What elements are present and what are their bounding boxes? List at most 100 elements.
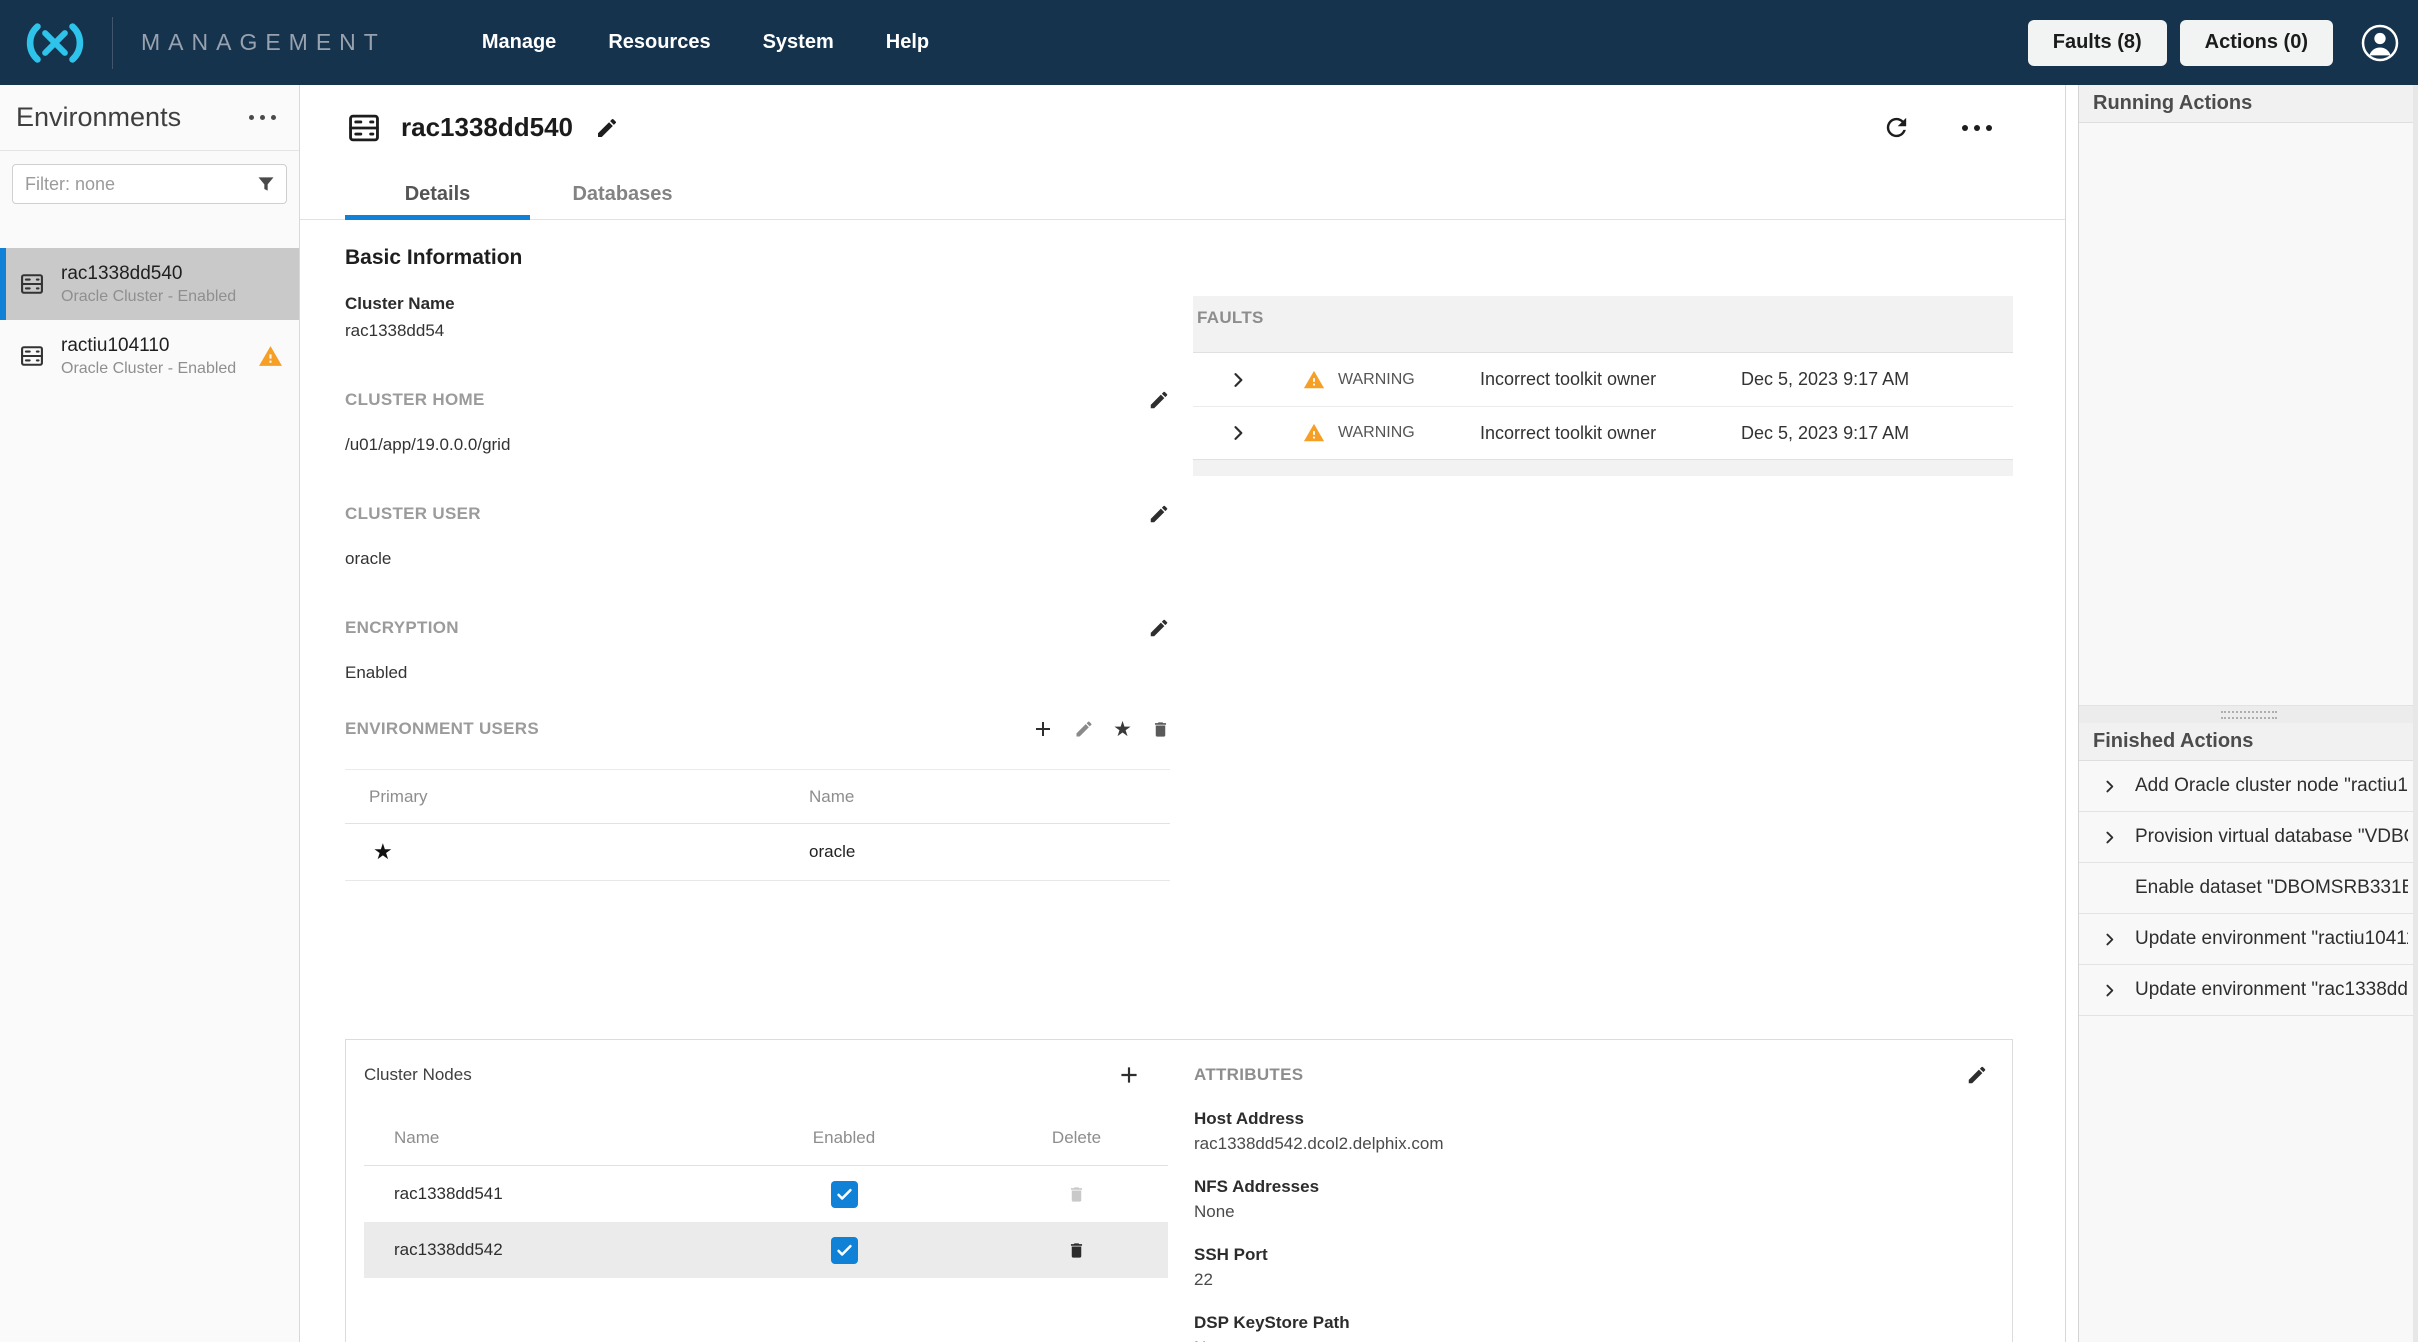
filter-input[interactable]	[12, 164, 287, 204]
navbar-menu-item[interactable]: Manage	[482, 31, 556, 54]
navbar-menu-item[interactable]: Resources	[608, 31, 710, 54]
page-title: rac1338dd540	[401, 112, 573, 143]
sidebar-title: Environments	[16, 102, 181, 133]
actions-button[interactable]: Actions (0)	[2180, 20, 2333, 66]
environment-users-label: ENVIRONMENT USERS	[345, 719, 539, 739]
finished-action-label: Add Oracle cluster node "ractiu104...	[2135, 775, 2408, 797]
environment-list-item[interactable]: rac1338dd540 Oracle Cluster - Enabled	[0, 248, 299, 320]
expand-chevron-icon[interactable]	[1228, 370, 1248, 390]
cluster-home-value: /u01/app/19.0.0.0/grid	[345, 435, 1170, 455]
fault-row[interactable]: WARNING Incorrect toolkit owner Dec 5, 2…	[1193, 406, 2013, 459]
tab[interactable]: Details	[345, 170, 530, 219]
finished-action-item[interactable]: Add Oracle cluster node "ractiu104...	[2079, 761, 2418, 812]
cluster-nodes-card: Cluster Nodes Name Enabled Delete	[345, 1039, 2013, 1342]
environments-sidebar: Environments rac1338dd540 Oracle Cluster…	[0, 85, 300, 1342]
finished-action-item[interactable]: Update environment "rac1338dd54...	[2079, 965, 2418, 1016]
enabled-checkbox[interactable]	[831, 1181, 858, 1208]
warning-icon	[1303, 369, 1325, 391]
attribute-field: DSP KeyStore Path None	[1194, 1313, 1988, 1342]
fault-date: Dec 5, 2023 9:17 AM	[1713, 369, 2013, 390]
edit-cluster-home-icon[interactable]	[1148, 389, 1170, 411]
environment-list-item[interactable]: ractiu104110 Oracle Cluster - Enabled	[0, 320, 299, 392]
brand-management-label: MANAGEMENT	[141, 29, 386, 56]
users-col-name: Name	[809, 787, 1170, 807]
filter-icon	[256, 174, 276, 194]
finished-action-item[interactable]: Enable dataset "DBOMSRB331B3".	[2079, 863, 2418, 914]
more-actions-icon[interactable]	[1959, 125, 1995, 131]
navbar-menu-item[interactable]: System	[763, 31, 834, 54]
main-menu: Manage Resources System Help	[482, 31, 929, 54]
attribute-value: 22	[1194, 1270, 1988, 1290]
environment-subtitle: Oracle Cluster - Enabled	[61, 360, 236, 378]
fault-row[interactable]: WARNING Incorrect toolkit owner Dec 5, 2…	[1193, 353, 2013, 406]
environment-name: ractiu104110	[61, 335, 236, 357]
navbar-menu-item[interactable]: Help	[886, 31, 929, 54]
edit-title-icon[interactable]	[595, 116, 619, 140]
user-profile-icon[interactable]	[2360, 23, 2400, 63]
attribute-label: DSP KeyStore Path	[1194, 1313, 1988, 1333]
cluster-user-value: oracle	[345, 549, 1170, 569]
fault-severity: WARNING	[1338, 371, 1415, 389]
add-user-icon[interactable]	[1031, 717, 1055, 741]
expand-chevron-icon[interactable]	[2101, 982, 2118, 999]
expand-chevron-icon[interactable]	[2101, 931, 2118, 948]
fault-date: Dec 5, 2023 9:17 AM	[1713, 423, 2013, 444]
panel-gutter	[2066, 85, 2078, 1342]
finished-action-item[interactable]: Update environment "ractiu104110".	[2079, 914, 2418, 965]
warning-icon	[258, 344, 283, 369]
environment-subtitle: Oracle Cluster - Enabled	[61, 288, 236, 306]
attribute-value: None	[1194, 1338, 1988, 1342]
fault-title: Incorrect toolkit owner	[1458, 369, 1713, 390]
attribute-value: None	[1194, 1202, 1988, 1222]
attribute-value: rac1338dd542.dcol2.delphix.com	[1194, 1134, 1988, 1154]
enabled-checkbox[interactable]	[831, 1237, 858, 1264]
tab[interactable]: Databases	[530, 170, 715, 219]
cluster-nodes-table: Name Enabled Delete rac1338dd541 rac1338…	[364, 1110, 1168, 1278]
finished-action-label: Update environment "ractiu104110".	[2135, 928, 2408, 950]
attributes-section: ATTRIBUTES Host Address rac1338dd542.dco…	[1168, 1040, 2012, 1342]
delete-node-icon[interactable]	[1067, 1184, 1086, 1205]
cluster-node-row[interactable]: rac1338dd541	[364, 1166, 1168, 1222]
panel-resize-handle[interactable]	[2079, 705, 2418, 723]
refresh-icon[interactable]	[1882, 113, 1911, 142]
nodes-col-name: Name	[394, 1128, 724, 1148]
cluster-user-label: CLUSTER USER	[345, 504, 481, 524]
finished-actions-header: Finished Actions	[2079, 723, 2418, 761]
environment-user-row[interactable]: ★ oracle	[345, 824, 1170, 881]
cluster-name-value: rac1338dd54	[345, 321, 1170, 341]
edit-encryption-icon[interactable]	[1148, 617, 1170, 639]
node-name: rac1338dd542	[394, 1240, 724, 1260]
main-content: rac1338dd540 Details Databases Basic Inf…	[300, 85, 2066, 1342]
finished-action-label: Update environment "rac1338dd54...	[2135, 979, 2408, 1001]
delete-node-icon[interactable]	[1067, 1240, 1086, 1261]
set-primary-user-icon[interactable]: ★	[1113, 719, 1132, 740]
edit-cluster-user-icon[interactable]	[1148, 503, 1170, 525]
edit-user-icon[interactable]	[1074, 719, 1094, 739]
node-name: rac1338dd541	[394, 1184, 724, 1204]
nodes-col-enabled: Enabled	[724, 1128, 964, 1148]
expand-chevron-icon[interactable]	[1228, 423, 1248, 443]
expand-chevron-icon[interactable]	[2101, 778, 2118, 795]
attributes-label: ATTRIBUTES	[1194, 1065, 1303, 1085]
attribute-field: NFS Addresses None	[1194, 1177, 1988, 1222]
faults-button[interactable]: Faults (8)	[2028, 20, 2167, 66]
edit-attributes-icon[interactable]	[1966, 1064, 1988, 1086]
attribute-field: SSH Port 22	[1194, 1245, 1988, 1290]
attribute-label: NFS Addresses	[1194, 1177, 1988, 1197]
app-root: MANAGEMENT Manage Resources System Help …	[0, 0, 2418, 1342]
sidebar-more-icon[interactable]	[246, 115, 279, 120]
attribute-label: Host Address	[1194, 1109, 1988, 1129]
add-node-icon[interactable]	[1116, 1062, 1142, 1088]
environment-list: rac1338dd540 Oracle Cluster - Enabled ra…	[0, 248, 299, 392]
finished-action-label: Provision virtual database "VDBO_...	[2135, 826, 2408, 848]
delphix-logo-icon	[20, 18, 90, 68]
cluster-name-label: Cluster Name	[345, 294, 1170, 314]
finished-action-item[interactable]: Provision virtual database "VDBO_...	[2079, 812, 2418, 863]
delete-user-icon[interactable]	[1151, 719, 1170, 740]
running-actions-header: Running Actions	[2079, 85, 2418, 123]
primary-star-icon: ★	[373, 841, 809, 863]
finished-action-label: Enable dataset "DBOMSRB331B3".	[2135, 877, 2408, 899]
cluster-node-row[interactable]: rac1338dd542	[364, 1222, 1168, 1278]
expand-chevron-icon[interactable]	[2101, 829, 2118, 846]
warning-icon	[1303, 422, 1325, 444]
